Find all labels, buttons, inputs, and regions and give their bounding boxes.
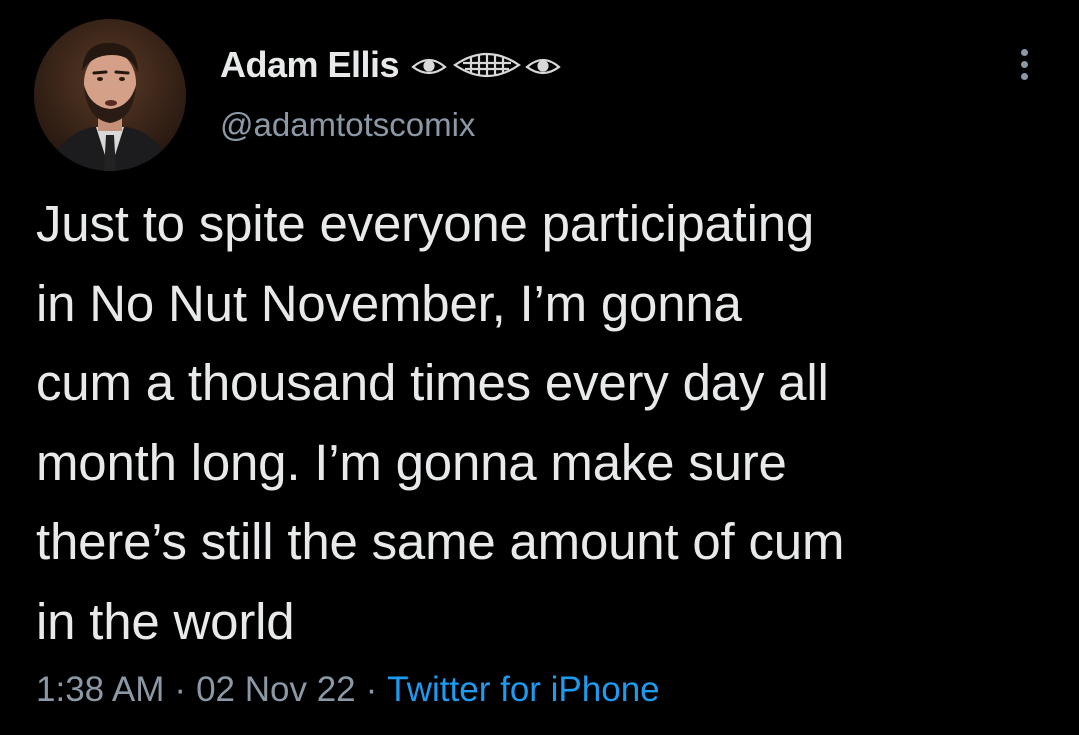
author-row: Adam Ellis	[220, 42, 567, 88]
author-handle[interactable]: @adamtotscomix	[220, 106, 475, 144]
tweet-text: Just to spite everyone participating in …	[36, 184, 1066, 661]
more-vertical-icon	[1020, 48, 1028, 56]
display-name[interactable]: Adam Ellis	[220, 44, 400, 86]
tweet-text-line: in No Nut November, I’m gonna	[36, 274, 742, 332]
tweet-text-line: in the world	[36, 592, 295, 650]
eye-emoji-icons	[407, 45, 567, 85]
tweet-text-line: month long. I’m gonna make sure	[36, 433, 787, 491]
more-options-button[interactable]	[1006, 42, 1042, 86]
tweet-text-line: there’s still the same amount of cum	[36, 513, 845, 570]
tweet-date[interactable]: 02 Nov 22	[196, 670, 356, 710]
eye-icon	[525, 58, 561, 75]
mouth-icon	[453, 53, 522, 77]
more-vertical-icon	[1020, 72, 1028, 80]
tweet-metadata: 1:38 AM · 02 Nov 22 · Twitter for iPhone	[36, 670, 660, 710]
avatar[interactable]	[34, 19, 186, 171]
more-vertical-icon	[1020, 60, 1028, 68]
tweet-time[interactable]: 1:38 AM	[36, 670, 164, 710]
tweet-card: Adam Ellis @adamtotscomix Just to spite …	[0, 0, 1079, 735]
tweet-text-line: Just to spite everyone participating	[36, 195, 815, 252]
meta-separator: ·	[365, 670, 378, 709]
tweet-source-link[interactable]: Twitter for iPhone	[387, 670, 659, 710]
meta-separator: ·	[174, 670, 187, 709]
tweet-text-line: cum a thousand times every day all	[36, 354, 829, 411]
eye-icon	[411, 58, 447, 75]
avatar-image	[34, 19, 186, 171]
